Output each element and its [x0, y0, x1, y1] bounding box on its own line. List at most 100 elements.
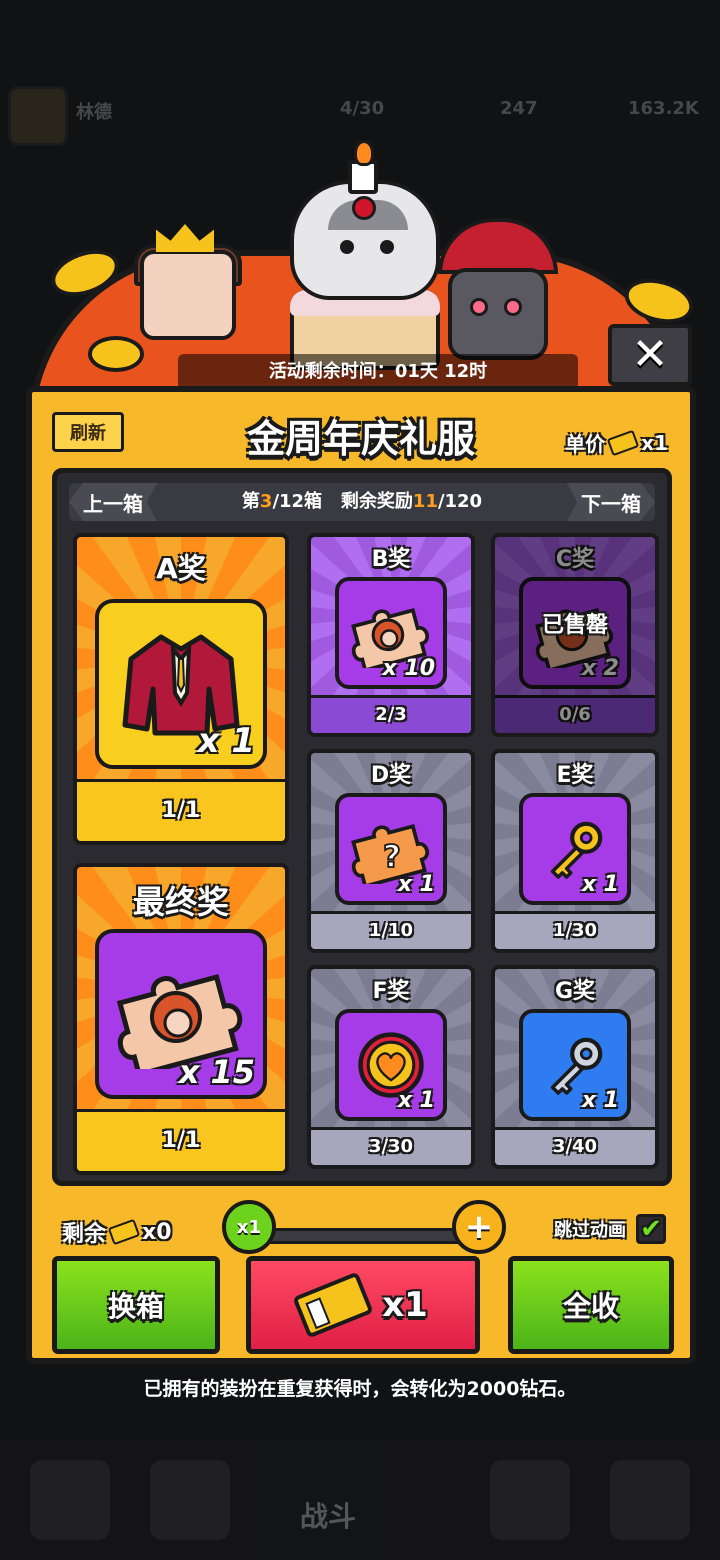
remaining-tickets: 剩余 x0 [62, 1216, 172, 1248]
stamina-value: 4/30 [340, 98, 385, 119]
timer-label: 活动剩余时间： [268, 361, 395, 382]
prize-item: x 15 [95, 929, 267, 1099]
conversion-note: 已拥有的装扮在重复获得时，会转化为2000钻石。 [143, 1378, 577, 1400]
prize-title: A奖 [156, 552, 206, 585]
check-icon: ✔ [640, 1214, 662, 1244]
prize-count: x 1 [197, 721, 255, 761]
player-avatar [8, 86, 68, 146]
change-box-button[interactable]: 换箱 [52, 1256, 220, 1354]
box-total: /12箱 [272, 491, 323, 512]
prize-title: F奖 [372, 979, 410, 1004]
player-name: 林德 [76, 102, 112, 123]
prize-title: E奖 [556, 763, 594, 788]
prize-item: x 10 [335, 577, 447, 689]
prev-box-button[interactable]: 上一箱 [69, 483, 157, 521]
collect-all-button[interactable]: 全收 [508, 1256, 674, 1354]
robot-eye [504, 298, 522, 316]
prize-item: x 1 [335, 1009, 447, 1121]
prize-count: x 1 [397, 1088, 435, 1113]
prize-card-f[interactable]: F奖 x 1 3/30 [307, 965, 475, 1169]
event-timer: 活动剩余时间：01天 12时 [178, 354, 578, 390]
ticket-icon [606, 429, 640, 456]
battle-label: 战斗 [300, 1500, 357, 1533]
gem-value: 247 [500, 98, 538, 119]
unit-price-value: x1 [641, 430, 668, 455]
prize-title: G奖 [554, 979, 596, 1004]
prize-title: 最终奖 [132, 883, 229, 921]
prize-card-e[interactable]: E奖 x 1 1/30 [491, 749, 659, 953]
prize-card-b[interactable]: B奖 x 10 2/3 [307, 533, 475, 737]
ticket-icon [292, 1271, 374, 1339]
cat-eye [340, 240, 354, 254]
remain-reward-current: 11 [412, 491, 438, 512]
robot-eye [470, 298, 488, 316]
princess-character [140, 250, 236, 340]
remaining-label: 剩余 [62, 1222, 107, 1247]
prize-card-d[interactable]: D奖 ? x 1 1/10 [307, 749, 475, 953]
remain-reward-label: 剩余奖励 [340, 491, 413, 512]
cherry-icon [352, 196, 376, 220]
prize-progress: 2/3 [311, 695, 471, 733]
remain-reward-total: /120 [437, 491, 483, 512]
bottom-tab [610, 1460, 690, 1540]
svg-text:?: ? [383, 839, 401, 875]
jester-hat [438, 218, 558, 274]
prize-card-c[interactable]: C奖 x 2 0/6 已售罄 [491, 533, 659, 737]
prize-progress: 1/10 [311, 911, 471, 949]
timer-value: 01天 12时 [394, 361, 488, 382]
box-prefix: 第 [241, 491, 260, 512]
crown-icon [156, 224, 214, 252]
quantity-slider[interactable] [242, 1228, 488, 1244]
skip-animation-label: 跳过动画 [554, 1220, 626, 1241]
prize-title: D奖 [370, 763, 412, 788]
prize-card-g[interactable]: G奖 x 1 3/40 [491, 965, 659, 1169]
prize-card-a[interactable]: A奖 x 1 1/1 [73, 533, 289, 845]
skip-animation-toggle[interactable]: 跳过动画 ✔ [554, 1214, 666, 1244]
prize-count: x 15 [178, 1053, 255, 1091]
unit-price: 单价 x1 [565, 428, 668, 457]
next-box-button[interactable]: 下一箱 [567, 483, 655, 521]
flame-icon [354, 140, 374, 166]
draw-count: x1 [382, 1285, 428, 1325]
prize-progress: 1/30 [495, 911, 655, 949]
prize-item: x 1 [519, 793, 631, 905]
remaining-value: x0 [142, 1219, 172, 1245]
skip-animation-checkbox[interactable]: ✔ [636, 1214, 666, 1244]
prize-title: B奖 [371, 547, 411, 572]
draw-button[interactable]: x1 [246, 1256, 480, 1354]
prize-progress: 3/40 [495, 1127, 655, 1165]
unit-price-label: 单价 [565, 432, 606, 456]
prize-count: x 1 [397, 872, 435, 897]
bottom-tab [490, 1460, 570, 1540]
bottom-tab [30, 1460, 110, 1540]
cat-eye [380, 240, 394, 254]
sold-out-label: 已售罄 [541, 613, 608, 638]
prize-progress: 3/30 [311, 1127, 471, 1165]
ticket-icon [107, 1218, 141, 1246]
prize-title: C奖 [555, 547, 595, 572]
coin-icon [88, 336, 144, 372]
prize-progress: 1/1 [77, 1109, 285, 1171]
box-navigation: 上一箱 第3/12箱 剩余奖励11/120 下一箱 [69, 483, 655, 521]
robot-character [448, 268, 548, 360]
close-button[interactable]: ✕ [608, 324, 692, 386]
prize-item: x 1 [519, 1009, 631, 1121]
prize-count: x 1 [581, 872, 619, 897]
prize-card-final[interactable]: 最终奖 x 15 1/1 [73, 863, 289, 1175]
coin-value: 163.2K [628, 98, 699, 119]
prize-count: x 10 [382, 656, 435, 681]
quantity-min-button[interactable]: x1 [222, 1200, 276, 1254]
quantity-plus-button[interactable]: + [452, 1200, 506, 1254]
prize-progress: 1/1 [77, 779, 285, 841]
header-artwork [28, 140, 699, 430]
close-icon: ✕ [631, 329, 669, 380]
prize-item: ? x 1 [335, 793, 447, 905]
background-bottom-nav [0, 1440, 720, 1560]
box-current: 3 [259, 491, 273, 512]
prize-item: x 1 [95, 599, 267, 769]
bottom-tab [150, 1460, 230, 1540]
prize-panel: 刷新 金周年庆礼服 单价 x1 上一箱 第3/12箱 剩余奖励11/120 下一… [26, 386, 696, 1364]
prize-count: x 2 [581, 656, 619, 681]
prize-count: x 1 [581, 1088, 619, 1113]
prize-grid-container: 上一箱 第3/12箱 剩余奖励11/120 下一箱 A奖 x 1 1/1 最终奖… [52, 468, 672, 1186]
